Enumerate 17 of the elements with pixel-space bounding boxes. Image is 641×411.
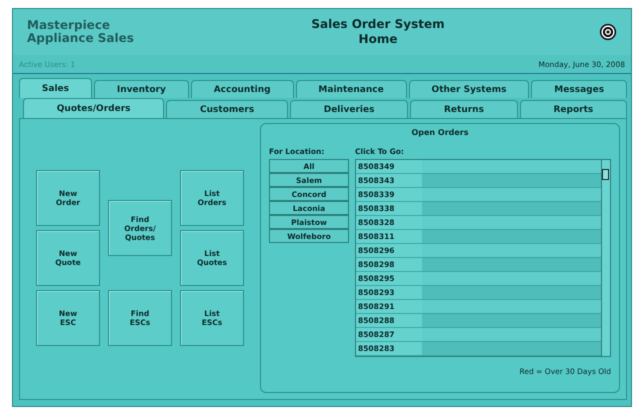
subtab[interactable]: Returns bbox=[410, 100, 518, 118]
subtab[interactable]: Deliveries bbox=[290, 100, 408, 118]
page-title: Sales Order System bbox=[310, 17, 446, 32]
logo-text: Masterpiece Appliance Sales bbox=[27, 19, 135, 45]
subtab[interactable]: Reports bbox=[520, 100, 628, 118]
tab[interactable]: Other Systems bbox=[408, 80, 530, 98]
tab[interactable]: Sales bbox=[19, 78, 92, 98]
tab[interactable]: Messages bbox=[531, 80, 627, 98]
scrollbar[interactable] bbox=[601, 160, 610, 356]
subtab[interactable]: Quotes/Orders bbox=[23, 98, 164, 118]
tab[interactable]: Maintenance bbox=[296, 80, 407, 98]
panel-title: Open Orders bbox=[410, 128, 470, 137]
subtab[interactable]: Customers bbox=[166, 100, 288, 118]
scroll-thumb[interactable] bbox=[602, 169, 609, 180]
page-subtitle: Home bbox=[358, 32, 398, 47]
tab[interactable]: Inventory bbox=[94, 80, 189, 98]
tab[interactable]: Accounting bbox=[190, 80, 294, 98]
